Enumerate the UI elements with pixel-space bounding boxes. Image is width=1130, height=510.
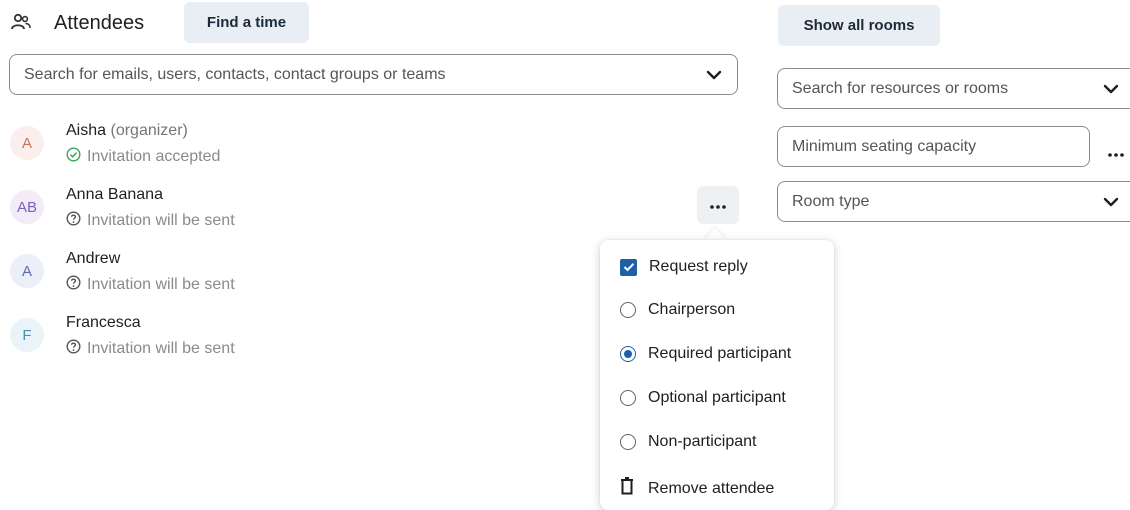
remove-attendee-option[interactable]: Remove attendee: [620, 477, 774, 500]
room-search-input[interactable]: Search for resources or rooms: [777, 68, 1130, 109]
seating-capacity-placeholder: Minimum seating capacity: [792, 137, 977, 155]
attendee-name-row: Francesca: [66, 314, 141, 332]
attendee-options-menu: Request reply Chairperson Required parti…: [600, 240, 834, 510]
question-circle-icon: [66, 211, 81, 231]
remove-attendee-label: Remove attendee: [648, 479, 775, 497]
avatar: F: [10, 318, 44, 352]
question-circle-icon: [66, 339, 81, 359]
request-reply-label: Request reply: [649, 258, 748, 275]
required-participant-option[interactable]: Required participant: [620, 345, 791, 363]
avatar: AB: [10, 190, 44, 224]
radio-icon[interactable]: [620, 434, 636, 450]
attendee-status: Invitation will be sent: [66, 275, 235, 295]
attendee-name: Aisha: [66, 122, 107, 139]
attendees-title: Attendees: [54, 12, 145, 34]
avatar: A: [10, 126, 44, 160]
show-all-rooms-button[interactable]: Show all rooms: [778, 5, 940, 46]
check-circle-icon: [66, 147, 81, 167]
capacity-more-icon[interactable]: [1108, 144, 1124, 162]
non-participant-label: Non-participant: [648, 433, 757, 450]
trash-icon: [620, 477, 634, 500]
optional-participant-option[interactable]: Optional participant: [620, 389, 786, 407]
optional-participant-label: Optional participant: [648, 389, 786, 406]
radio-icon[interactable]: [620, 390, 636, 406]
attendee-name-row: Anna Banana: [66, 186, 163, 204]
attendee-search-input[interactable]: Search for emails, users, contacts, cont…: [9, 54, 738, 95]
seating-capacity-input[interactable]: Minimum seating capacity: [777, 126, 1090, 167]
chevron-down-icon[interactable]: [1100, 191, 1122, 213]
radio-icon[interactable]: [620, 302, 636, 318]
avatar: A: [10, 254, 44, 288]
room-search-placeholder: Search for resources or rooms: [792, 79, 1009, 97]
non-participant-option[interactable]: Non-participant: [620, 433, 757, 451]
attendee-role: (organizer): [110, 122, 188, 139]
request-reply-option[interactable]: Request reply: [620, 258, 748, 276]
room-type-select[interactable]: Room type: [777, 181, 1130, 222]
attendee-name-row: Andrew: [66, 250, 120, 268]
room-type-placeholder: Room type: [792, 192, 870, 210]
more-options-button[interactable]: [697, 186, 739, 224]
required-participant-label: Required participant: [648, 345, 792, 362]
more-horizontal-icon: [710, 196, 726, 214]
attendee-name: Anna Banana: [66, 186, 163, 203]
attendee-status-text: Invitation accepted: [87, 148, 221, 165]
attendee-name: Andrew: [66, 250, 121, 267]
chairperson-option[interactable]: Chairperson: [620, 301, 735, 319]
find-a-time-button[interactable]: Find a time: [184, 2, 309, 43]
attendee-status: Invitation will be sent: [66, 339, 235, 359]
attendee-name-row: Aisha (organizer): [66, 122, 188, 140]
chevron-down-icon[interactable]: [703, 64, 725, 86]
people-icon: [10, 13, 32, 36]
checkbox-checked-icon[interactable]: [620, 258, 637, 276]
attendee-status-text: Invitation will be sent: [87, 340, 235, 357]
chevron-down-icon[interactable]: [1100, 78, 1122, 100]
attendee-status-text: Invitation will be sent: [87, 276, 235, 293]
radio-selected-icon[interactable]: [620, 346, 636, 362]
question-circle-icon: [66, 275, 81, 295]
attendee-name: Francesca: [66, 314, 141, 331]
attendee-search-placeholder: Search for emails, users, contacts, cont…: [24, 65, 446, 83]
chairperson-label: Chairperson: [648, 301, 736, 318]
attendee-status: Invitation will be sent: [66, 211, 235, 231]
attendee-status-text: Invitation will be sent: [87, 212, 235, 229]
attendee-status: Invitation accepted: [66, 147, 220, 167]
